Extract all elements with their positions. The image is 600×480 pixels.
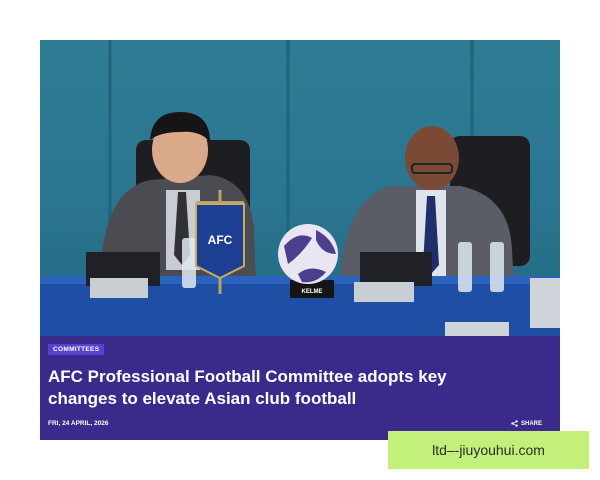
pennant-logo-text: AFC (208, 233, 233, 247)
share-button[interactable]: SHARE (511, 420, 542, 427)
share-icon (511, 420, 518, 427)
ball-stand-brand: KELME (302, 289, 323, 295)
category-tag[interactable]: COMMITTEES (48, 344, 105, 355)
share-label: SHARE (520, 420, 542, 427)
watermark-badge: ltd–-jiuyouhui.com (388, 431, 589, 469)
headline-banner: COMMITTEES AFC Professional Football Com… (40, 336, 560, 440)
news-card[interactable]: AFC KELME COMMITTEES AFC Professional Fo… (40, 40, 560, 440)
article-headline[interactable]: AFC Professional Football Committee adop… (48, 366, 518, 410)
article-date: FRI, 24 APRIL, 2026 (48, 420, 109, 427)
committee-meeting-photo: AFC KELME (40, 40, 560, 336)
